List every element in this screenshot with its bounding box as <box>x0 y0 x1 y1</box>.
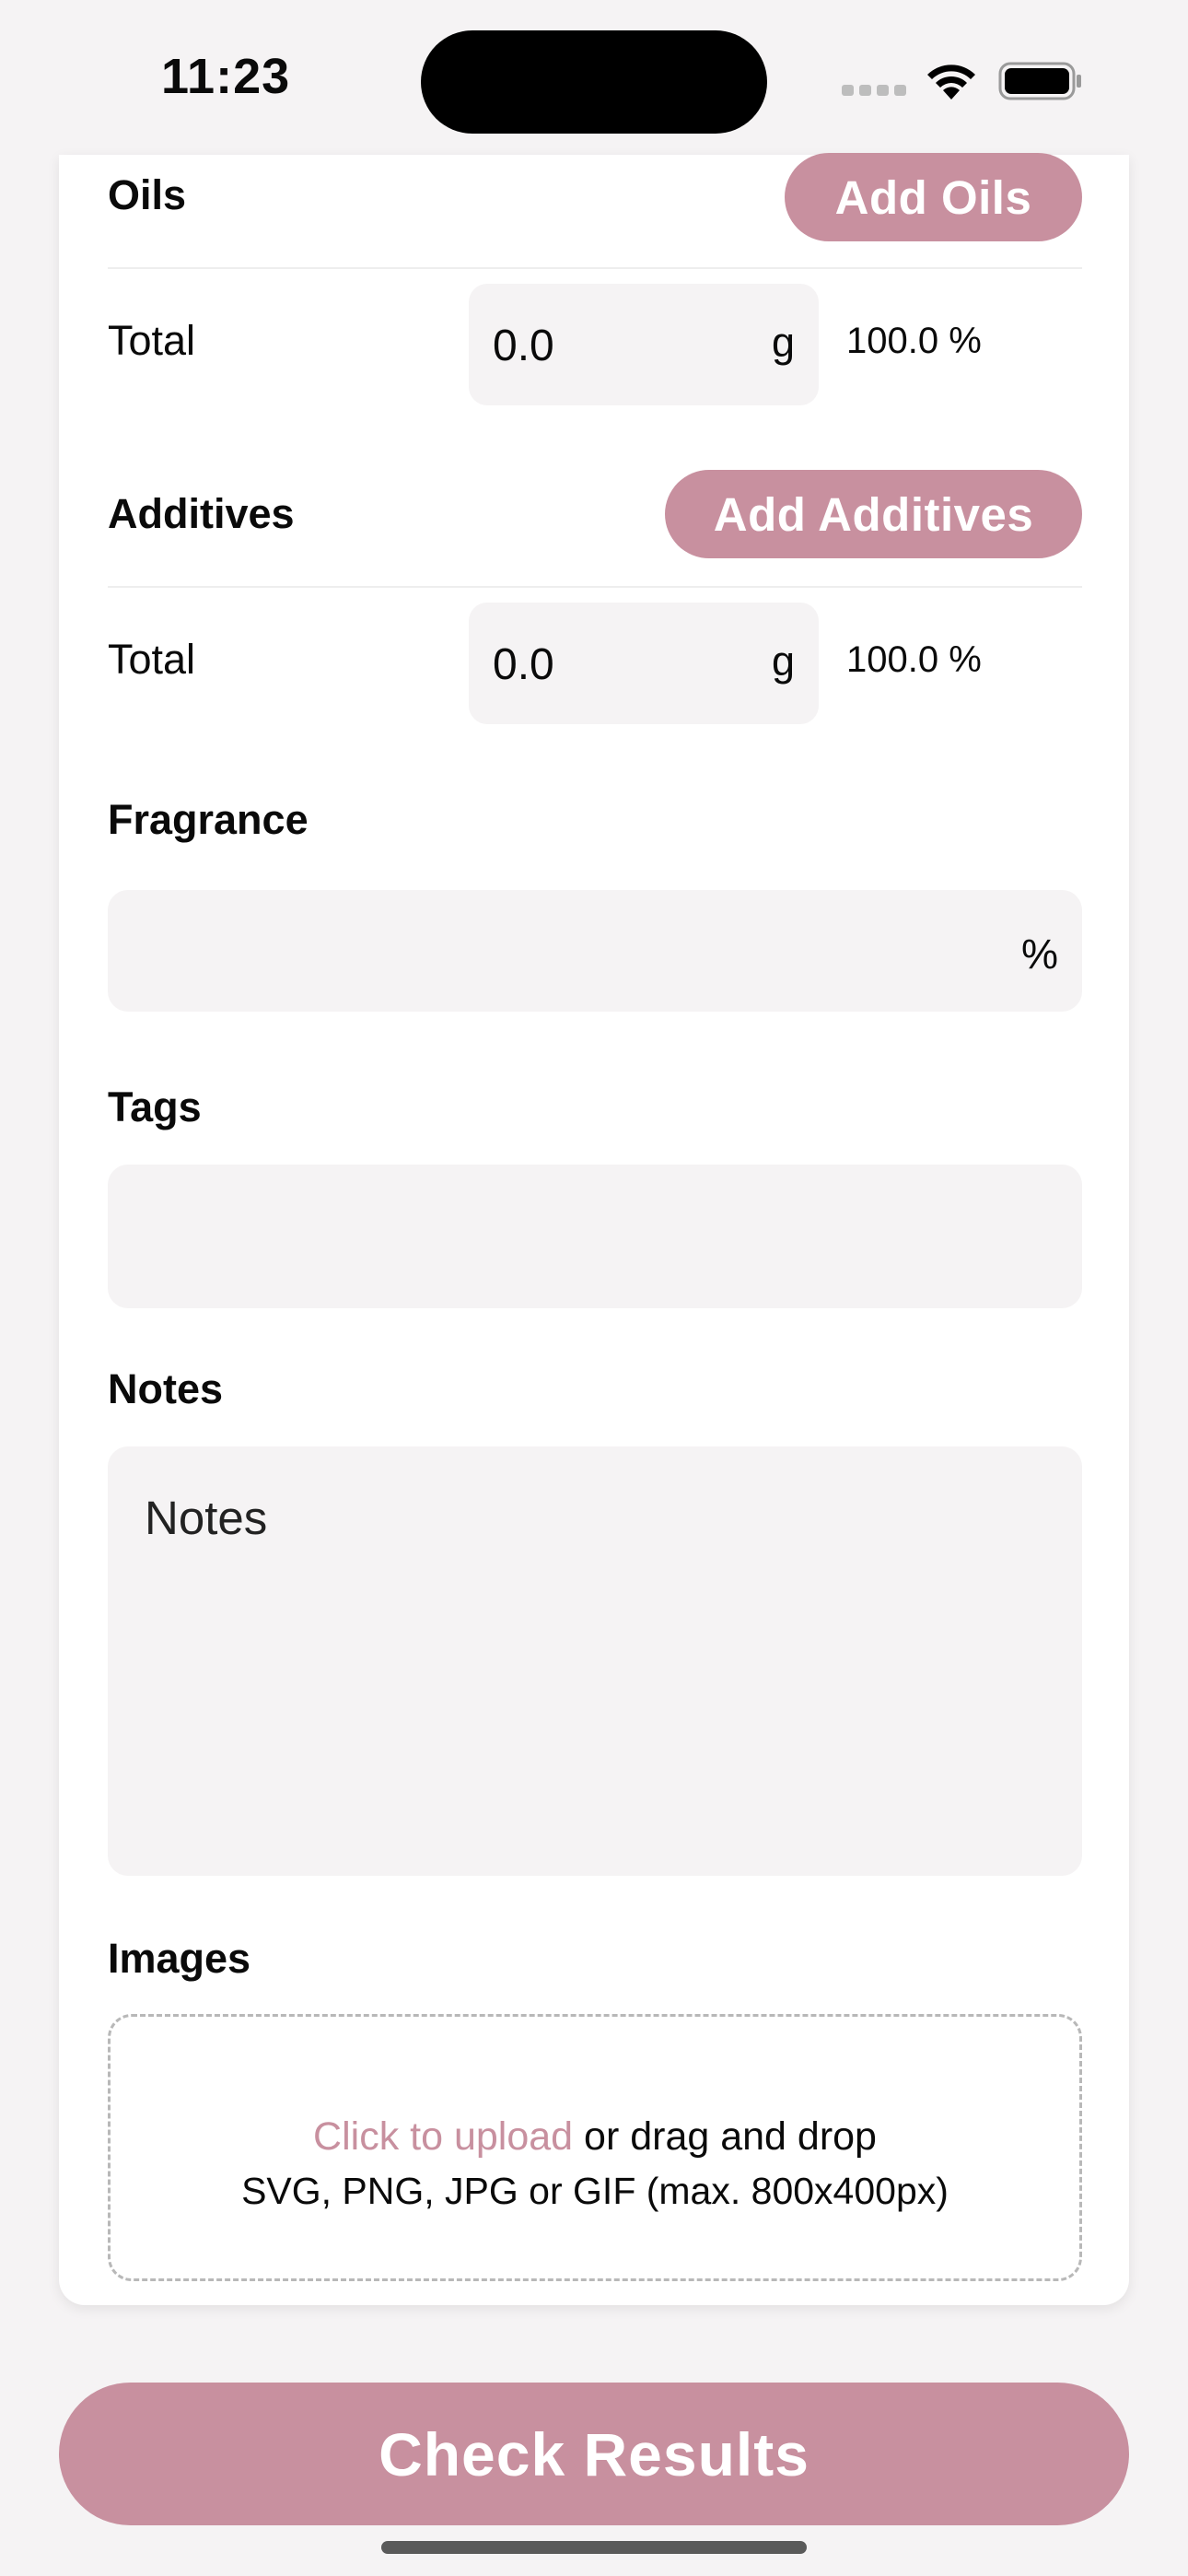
recipe-form-card: Oils Add Oils Total 0.0 g 100.0 % Additi… <box>59 153 1129 2305</box>
notes-heading: Notes <box>108 1365 224 1412</box>
additives-total-label: Total <box>108 636 196 683</box>
tags-input[interactable] <box>108 1165 1082 1308</box>
wifi-icon <box>927 64 975 100</box>
oils-total-value: 0.0 <box>493 322 554 370</box>
dynamic-island <box>421 30 767 134</box>
oils-total-label: Total <box>108 317 196 364</box>
oils-total-percent: 100.0 % <box>846 321 982 361</box>
fragrance-input[interactable]: % <box>108 890 1082 1012</box>
image-upload-dropzone[interactable]: Click to upload or drag and drop SVG, PN… <box>108 2014 1082 2281</box>
status-bar: 11:23 <box>0 0 1188 147</box>
home-indicator <box>381 2541 807 2554</box>
oils-divider <box>108 267 1082 269</box>
additives-total-unit: g <box>771 638 795 685</box>
fragrance-percent-suffix: % <box>1020 931 1058 978</box>
oils-total-field[interactable]: 0.0 g <box>469 284 819 405</box>
check-results-button[interactable]: Check Results <box>59 2383 1129 2525</box>
notes-textarea[interactable]: Notes <box>108 1446 1082 1876</box>
upload-instructions: Click to upload or drag and drop <box>111 2114 1079 2160</box>
fragrance-heading: Fragrance <box>108 796 309 843</box>
drag-and-drop-text: or drag and drop <box>573 2114 877 2159</box>
add-additives-button[interactable]: Add Additives <box>665 470 1082 558</box>
click-to-upload-link[interactable]: Click to upload <box>313 2114 573 2159</box>
additives-total-percent: 100.0 % <box>846 639 982 680</box>
add-oils-button[interactable]: Add Oils <box>785 153 1082 241</box>
additives-divider <box>108 586 1082 588</box>
upload-format-hint: SVG, PNG, JPG or GIF (max. 800x400px) <box>241 2170 949 2212</box>
images-heading: Images <box>108 1935 251 1982</box>
recipe-form-screen: 11:23 Oils Add Oils Total 0.0 g 100.0 % … <box>0 0 1188 2576</box>
additives-total-value: 0.0 <box>493 640 554 689</box>
status-time: 11:23 <box>161 49 291 104</box>
additives-heading: Additives <box>108 490 295 537</box>
tags-heading: Tags <box>108 1083 202 1130</box>
cellular-signal-icon <box>842 85 906 96</box>
battery-icon <box>998 62 1081 100</box>
oils-heading: Oils <box>108 171 187 218</box>
oils-total-unit: g <box>771 319 795 366</box>
additives-total-field[interactable]: 0.0 g <box>469 603 819 724</box>
notes-placeholder: Notes <box>145 1492 268 1544</box>
